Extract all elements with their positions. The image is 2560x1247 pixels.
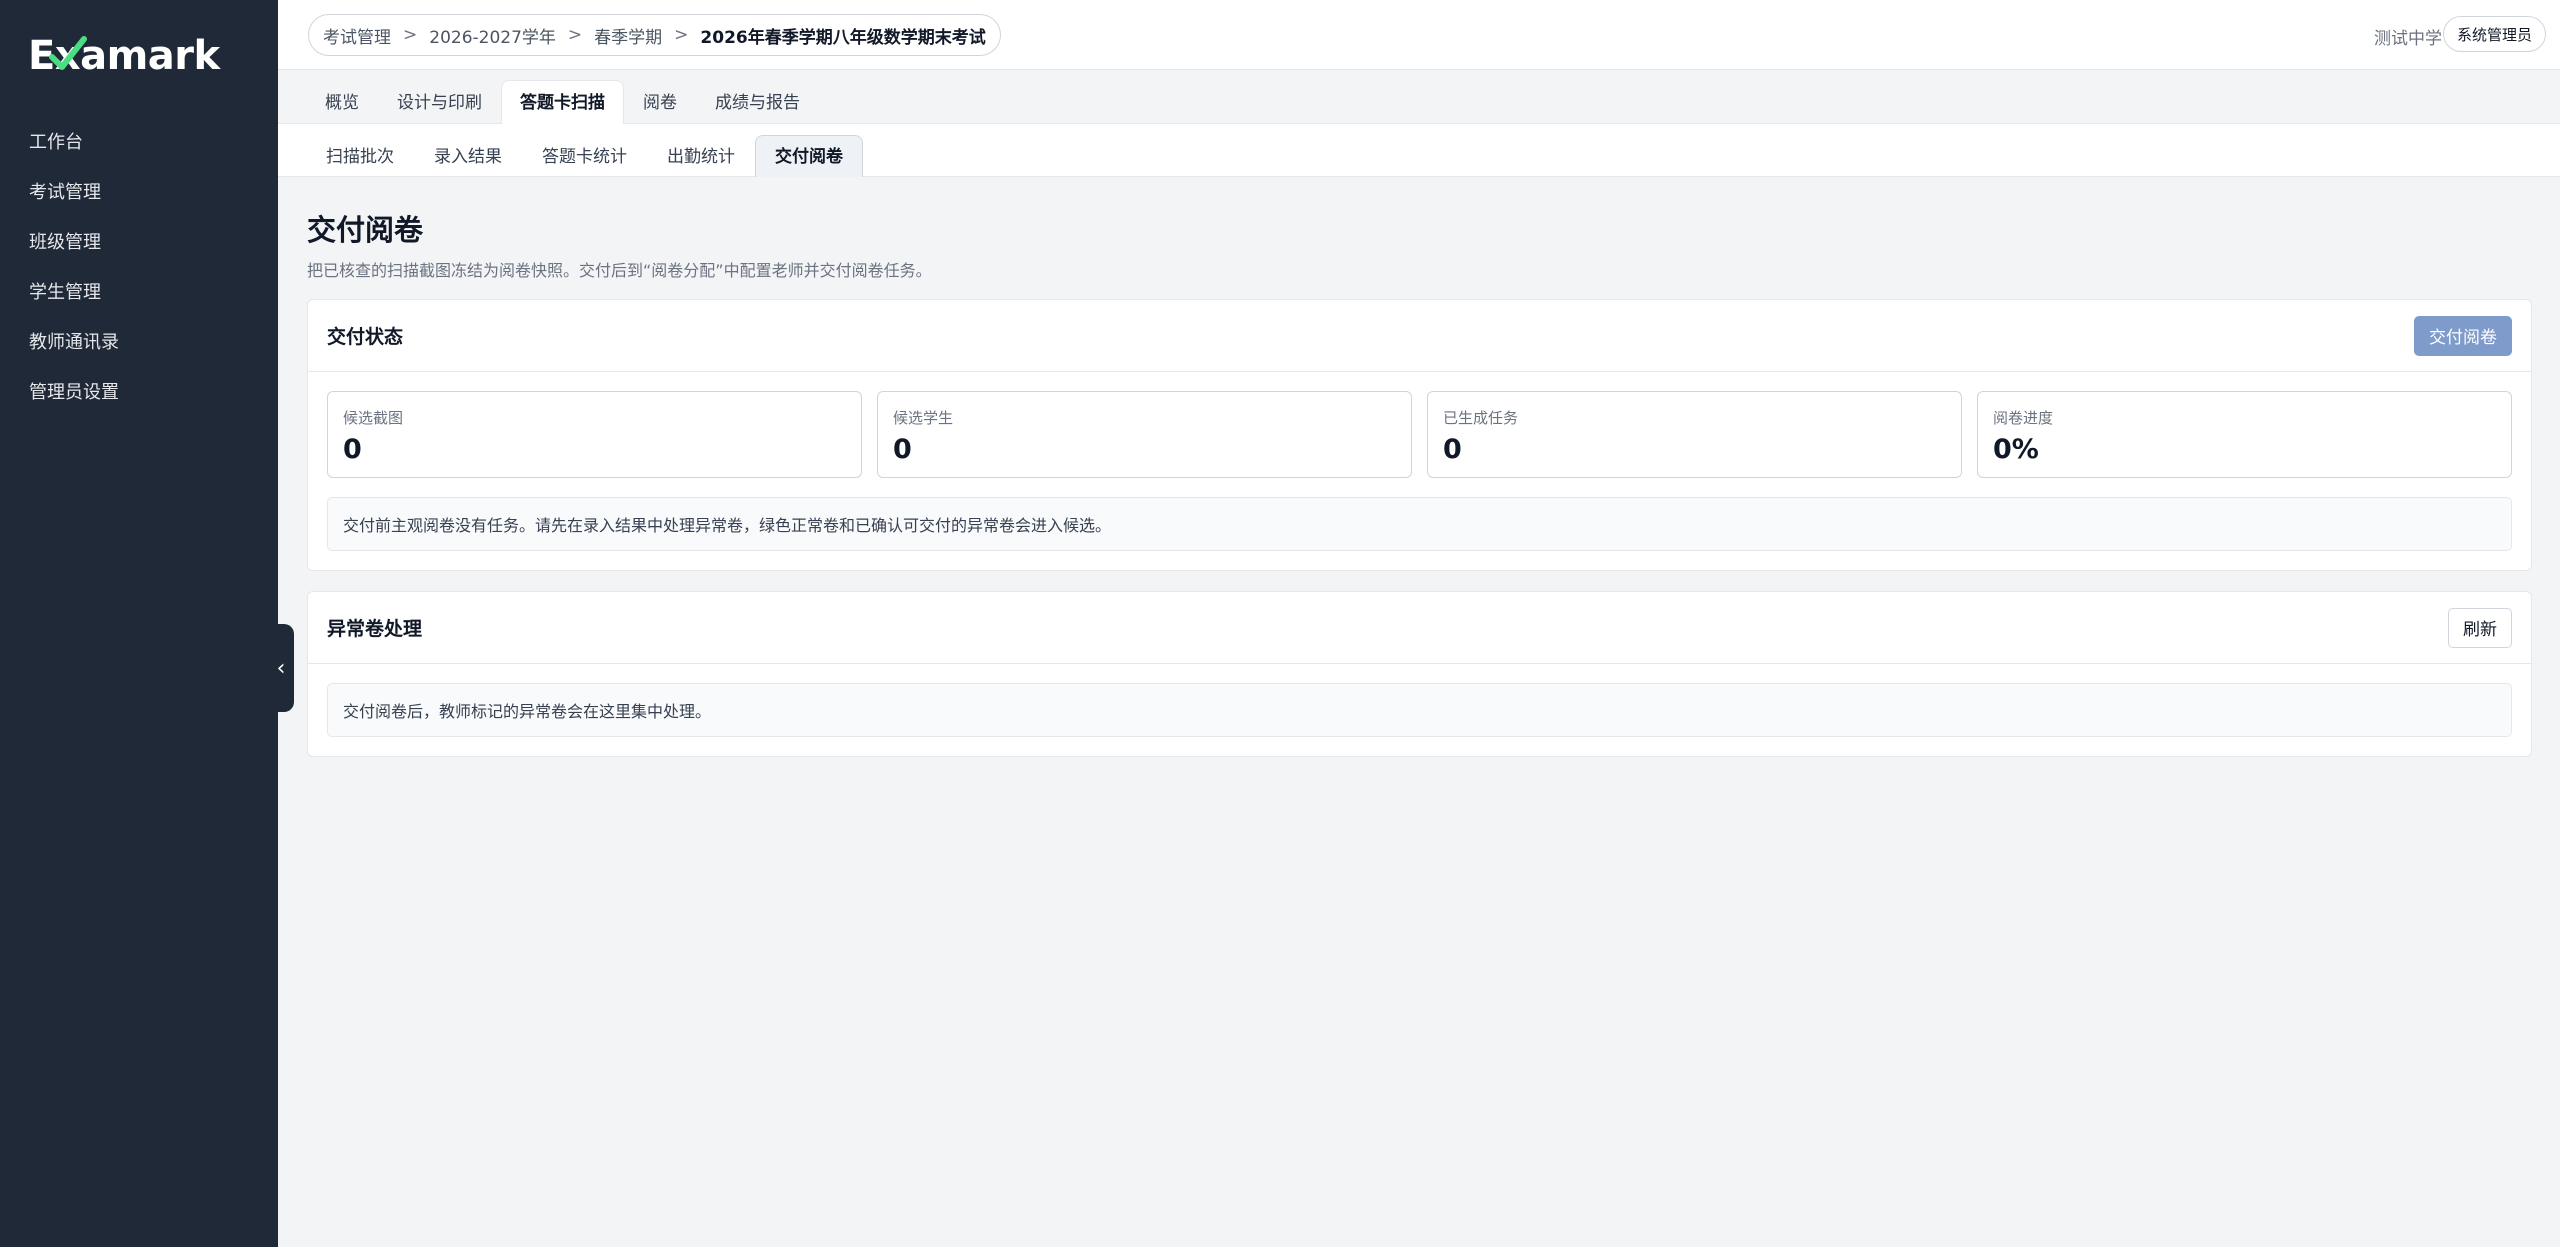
examark-logo[interactable]: E xamark (28, 28, 220, 84)
user-role-badge[interactable]: 系统管理员 (2442, 16, 2546, 52)
breadcrumb-school-year[interactable]: 2026-2027学年 (429, 23, 556, 48)
delivery-note: 交付前主观阅卷没有任务。请先在录入结果中处理异常卷，绿色正常卷和已确认可交付的异… (327, 497, 2512, 551)
sidebar-item-workbench[interactable]: 工作台 (0, 118, 278, 168)
tab-answer-sheet-scan[interactable]: 答题卡扫描 (501, 80, 624, 124)
card-title: 异常卷处理 (327, 618, 423, 640)
main-content: 交付阅卷 把已核查的扫描截图冻结为阅卷快照。交付后到“阅卷分配”中配置老师并交付… (307, 177, 2532, 757)
breadcrumb: 考试管理 > 2026-2027学年 > 春季学期 > 2026年春季学期八年级… (308, 14, 1001, 56)
anomaly-note: 交付阅卷后，教师标记的异常卷会在这里集中处理。 (327, 683, 2512, 737)
sidebar-nav: 工作台 考试管理 班级管理 学生管理 教师通讯录 管理员设置 (0, 118, 278, 418)
sidebar-collapse-button[interactable]: ‹ (268, 624, 294, 712)
exam-tabs: 概览 设计与印刷 答题卡扫描 阅卷 成绩与报告 (278, 70, 2560, 124)
sidebar: E xamark 工作台 考试管理 班级管理 学生管理 教师通讯录 管理员设置 (0, 0, 278, 1247)
sidebar-item-class-management[interactable]: 班级管理 (0, 218, 278, 268)
page-description: 把已核查的扫描截图冻结为阅卷快照。交付后到“阅卷分配”中配置老师并交付阅卷任务。 (307, 261, 932, 280)
tab-design-print[interactable]: 设计与印刷 (378, 80, 501, 124)
stat-value: 0% (1993, 434, 2039, 465)
stat-value: 0 (343, 434, 362, 465)
breadcrumb-separator: > (674, 25, 689, 45)
subtab-scan-batches[interactable]: 扫描批次 (306, 135, 414, 177)
stat-label: 阅卷进度 (1993, 409, 2054, 427)
stat-label: 候选截图 (343, 409, 404, 427)
breadcrumb-separator: > (403, 25, 418, 45)
tab-scores-reports[interactable]: 成绩与报告 (696, 80, 819, 124)
sidebar-item-exam-management[interactable]: 考试管理 (0, 168, 278, 218)
stat-value: 0 (893, 434, 912, 465)
tab-grading[interactable]: 阅卷 (624, 80, 696, 124)
refresh-button[interactable]: 刷新 (2448, 607, 2512, 648)
breadcrumb-semester[interactable]: 春季学期 (594, 23, 662, 48)
stat-value: 0 (1443, 434, 1462, 465)
subtab-deliver-grading[interactable]: 交付阅卷 (755, 135, 863, 177)
sidebar-item-student-management[interactable]: 学生管理 (0, 268, 278, 318)
check-mark-icon (49, 36, 87, 70)
breadcrumb-exam-management[interactable]: 考试管理 (323, 23, 391, 48)
sidebar-item-admin-settings[interactable]: 管理员设置 (0, 368, 278, 418)
deliver-grading-button[interactable]: 交付阅卷 (2414, 315, 2512, 356)
breadcrumb-separator: > (567, 25, 583, 45)
subtab-sheet-stats[interactable]: 答题卡统计 (522, 135, 647, 177)
logo-e-letter: E (28, 33, 87, 79)
subtab-entry-results[interactable]: 录入结果 (414, 135, 522, 177)
card-header: 异常卷处理 刷新 (308, 592, 2531, 664)
card-title: 交付状态 (327, 326, 404, 348)
school-name: 测试中学 (2374, 29, 2442, 49)
stat-grading-progress: 阅卷进度 0% (1977, 391, 2512, 478)
sidebar-item-teacher-directory[interactable]: 教师通讯录 (0, 318, 278, 368)
page-title: 交付阅卷 (307, 213, 424, 247)
tab-overview[interactable]: 概览 (306, 80, 378, 124)
anomaly-card: 异常卷处理 刷新 交付阅卷后，教师标记的异常卷会在这里集中处理。 (307, 591, 2532, 757)
top-bar: 考试管理 > 2026-2027学年 > 春季学期 > 2026年春季学期八年级… (278, 0, 2560, 70)
stat-label: 候选学生 (893, 409, 954, 427)
chevron-left-icon: ‹ (276, 655, 286, 681)
stats-row: 候选截图 0 候选学生 0 已生成任务 0 阅卷进度 0% (308, 372, 2531, 478)
stat-candidate-students: 候选学生 0 (877, 391, 1412, 478)
stat-label: 已生成任务 (1443, 409, 1519, 427)
delivery-status-card: 交付状态 交付阅卷 候选截图 0 候选学生 0 已生成任务 0 阅卷进度 0% … (307, 299, 2532, 571)
scan-subtabs: 扫描批次 录入结果 答题卡统计 出勤统计 交付阅卷 (278, 124, 2560, 177)
card-header: 交付状态 交付阅卷 (308, 300, 2531, 372)
subtab-attendance-stats[interactable]: 出勤统计 (647, 135, 755, 177)
stat-candidate-screenshots: 候选截图 0 (327, 391, 862, 478)
breadcrumb-current-exam: 2026年春季学期八年级数学期末考试 (700, 27, 986, 48)
stat-generated-tasks: 已生成任务 0 (1427, 391, 1962, 478)
